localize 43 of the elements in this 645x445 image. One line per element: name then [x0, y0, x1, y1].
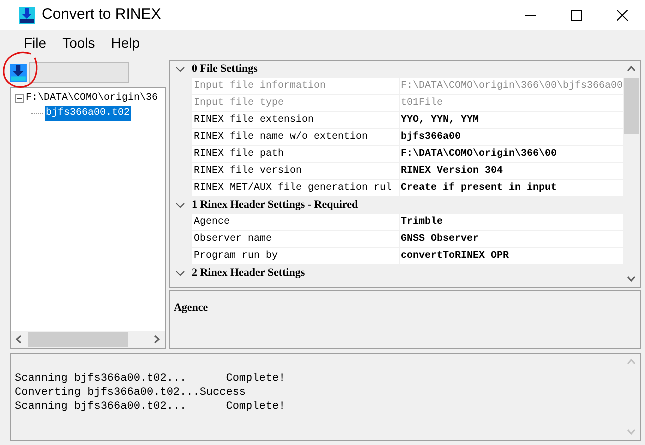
description-title: Agence [174, 302, 208, 314]
log-line: Scanning bjfs366a00.t02... Complete! [15, 372, 287, 386]
property-name: Program run by [192, 248, 400, 264]
collapse-icon[interactable] [176, 271, 186, 276]
window-title: Convert to RINEX [42, 4, 162, 25]
tree-item[interactable]: F:\DATA\COMO\origin\36 [25, 91, 160, 106]
property-name: Observer name [192, 231, 400, 247]
collapse-icon[interactable] [176, 203, 186, 208]
property-value[interactable]: convertToRINEX OPR [400, 248, 623, 264]
property-name: RINEX MET/AUX file generation rul [192, 180, 400, 196]
collapse-icon[interactable] [176, 67, 186, 72]
property-name: RINEX file path [192, 146, 400, 162]
maximize-icon [570, 10, 582, 20]
property-name: Input file information [192, 78, 400, 94]
category-header[interactable]: 1 Rinex Header Settings - Required [192, 197, 358, 214]
property-name: Agence [192, 214, 400, 230]
category-header[interactable]: 0 File Settings [192, 61, 258, 78]
rinex-logo-icon[interactable] [10, 64, 27, 82]
property-name: RINEX file name w/o extention [192, 129, 400, 145]
property-value[interactable]: GNSS Observer [400, 231, 623, 247]
tree-item[interactable]: bjfs366a00.t02 [45, 106, 132, 121]
log-line: Converting bjfs366a00.t02...Success [15, 386, 248, 400]
scrollbar-thumb[interactable] [28, 332, 128, 347]
collapse-toggle-icon[interactable] [15, 94, 24, 103]
property-value[interactable]: RINEX Version 304 [400, 163, 623, 179]
property-value[interactable]: bjfs366a00 [400, 129, 623, 145]
minimize-icon [524, 14, 536, 16]
horizontal-scrollbar[interactable] [11, 331, 165, 348]
property-name: Input file type [192, 95, 400, 111]
menu-item[interactable]: Help [104, 33, 148, 54]
app-logo-icon [19, 6, 35, 24]
property-name: RINEX file extension [192, 112, 400, 128]
property-name: RINEX file version [192, 163, 400, 179]
category-header[interactable]: 2 Rinex Header Settings [192, 265, 306, 282]
property-value[interactable]: Create if present in input [400, 180, 623, 196]
close-icon [616, 10, 628, 20]
scrollbar-thumb[interactable] [624, 78, 639, 134]
property-value[interactable]: Trimble [400, 214, 623, 230]
property-value[interactable]: YYO, YYN, YYM [400, 112, 623, 128]
property-value[interactable]: F:\DATA\COMO\origin\366\00 [400, 146, 623, 162]
menu-item[interactable]: Tools [56, 33, 102, 54]
menu-item[interactable]: File [17, 33, 54, 54]
log-line: Scanning bjfs366a00.t02... Complete! [15, 400, 287, 414]
